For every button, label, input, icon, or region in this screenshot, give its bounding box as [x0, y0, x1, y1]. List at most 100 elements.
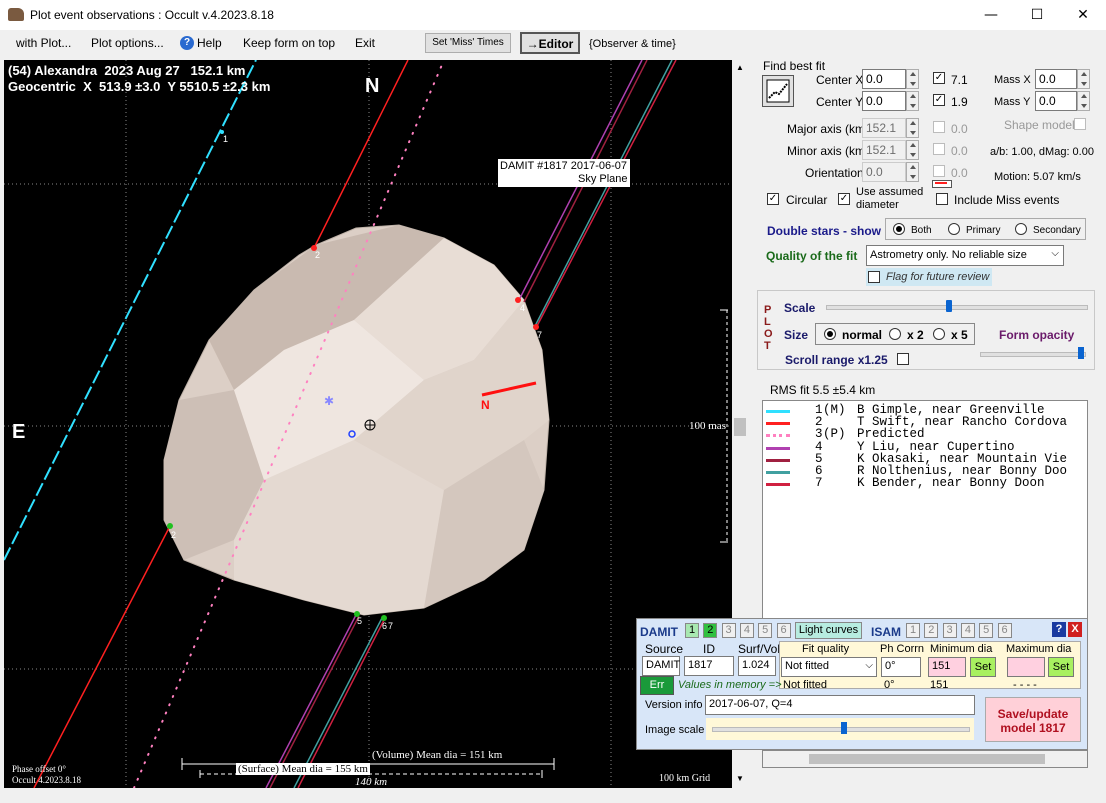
plot-header-geocentric: Geocentric X 513.9 ±3.0 Y 5510.5 ±2.3 km — [8, 79, 271, 94]
menu-plot-options[interactable]: Plot options... — [91, 36, 164, 50]
legend-row[interactable]: 2T Swift, near Rancho Cordova — [763, 415, 1087, 429]
both-radio[interactable] — [893, 223, 905, 235]
damit-tab-1[interactable]: 1 — [685, 623, 699, 638]
editor-button[interactable]: →Editor — [520, 32, 580, 54]
size-x5-radio[interactable] — [933, 328, 945, 340]
flag-review-checkbox[interactable] — [868, 271, 880, 283]
best-fit-button[interactable] — [762, 75, 794, 107]
orientation-checkbox[interactable] — [933, 165, 945, 177]
maximize-button[interactable]: ☐ — [1014, 0, 1060, 30]
size-normal-radio[interactable] — [824, 328, 836, 340]
orientation-input[interactable]: 0.0 — [862, 162, 906, 182]
pole-label: N — [481, 398, 490, 412]
damit-tab-5[interactable]: 5 — [758, 623, 773, 638]
ellipse-color-swatch[interactable] — [932, 180, 952, 188]
damit-tab-4[interactable]: 4 — [739, 623, 754, 638]
size-x2-radio[interactable] — [889, 328, 901, 340]
center-y-checkbox[interactable]: ✓ — [933, 94, 945, 106]
legend-row[interactable]: 7 K Bender, near Bonny Doon — [763, 476, 1087, 490]
surfvol-field[interactable]: 1.024 — [738, 656, 776, 676]
version-label: Occult 4.2023.8.18 — [12, 775, 81, 785]
isam-tab-5[interactable]: 5 — [979, 623, 994, 638]
save-update-line1: Save/update — [997, 707, 1069, 721]
minor-axis-spinner[interactable] — [906, 140, 919, 160]
legend-swatch — [766, 422, 790, 426]
major-axis-input[interactable]: 152.1 — [862, 118, 906, 138]
opacity-slider-thumb[interactable] — [1078, 347, 1084, 359]
save-update-button[interactable]: Save/update model 1817 — [985, 697, 1081, 742]
fit-quality-select[interactable]: Not fitted ⌵ — [781, 657, 877, 677]
scale-slider-thumb[interactable] — [946, 300, 952, 312]
primary-radio[interactable] — [948, 223, 960, 235]
center-x-checkbox[interactable]: ✓ — [933, 72, 945, 84]
observer-time-label[interactable]: {Observer & time} — [589, 38, 676, 50]
minor-axis-label: Minor axis (km) — [787, 144, 870, 158]
scroll-thumb[interactable] — [734, 418, 746, 436]
center-y-input[interactable]: 0.0 — [862, 91, 906, 111]
help-button[interactable]: ? — [1052, 622, 1066, 637]
damit-tab-6[interactable]: 6 — [776, 623, 791, 638]
use-assumed-checkbox[interactable]: ✓ — [838, 193, 850, 205]
menu-help[interactable]: Help — [197, 36, 222, 50]
north-label: N — [365, 75, 380, 97]
set-max-button[interactable]: Set — [1048, 657, 1074, 677]
err-button[interactable]: Err — [640, 676, 674, 695]
major-axis-spinner[interactable] — [906, 118, 919, 138]
include-miss-checkbox[interactable] — [936, 193, 948, 205]
damit-tab-3[interactable]: 3 — [721, 623, 736, 638]
close-panel-button[interactable]: X — [1068, 622, 1082, 637]
volume-dia-label: (Volume) Mean dia = 151 km — [372, 749, 503, 761]
isam-tab-6[interactable]: 6 — [997, 623, 1012, 638]
plot-canvas[interactable]: ✱ (54) Alexandra 2023 Aug 27 152.1 km Ge… — [4, 60, 732, 788]
menu-exit[interactable]: Exit — [355, 36, 375, 50]
id-field[interactable]: 1817 — [684, 656, 734, 676]
ph-corr-field[interactable]: 0° — [881, 657, 921, 677]
version-info-field[interactable]: 2017-06-07, Q=4 — [705, 695, 975, 715]
secondary-radio[interactable] — [1015, 223, 1027, 235]
mass-y-spinner[interactable] — [1077, 91, 1090, 111]
image-scale-slider[interactable] — [706, 718, 974, 740]
minimize-button[interactable]: — — [968, 0, 1014, 30]
major-axis-checkbox[interactable] — [933, 121, 945, 133]
center-x-input[interactable]: 0.0 — [862, 69, 906, 89]
orientation-spinner[interactable] — [906, 162, 919, 182]
isam-tab-3[interactable]: 3 — [942, 623, 957, 638]
quality-select[interactable]: Astrometry only. No reliable size ⌵ — [866, 245, 1064, 266]
center-y-spinner[interactable] — [906, 91, 919, 111]
motion-label: Motion: 5.07 km/s — [994, 171, 1081, 183]
scroll-range-checkbox[interactable] — [897, 353, 909, 365]
shape-model-checkbox[interactable] — [1074, 118, 1086, 130]
save-update-line2: model 1817 — [1000, 721, 1066, 735]
scroll-up-arrow[interactable]: ▲ — [736, 63, 744, 72]
chord-2b-line — [33, 525, 171, 788]
image-scale-thumb[interactable] — [841, 722, 847, 734]
legend-scroll-thumb[interactable] — [809, 754, 1045, 764]
mass-x-spinner[interactable] — [1077, 69, 1090, 89]
set-miss-times-button[interactable]: Set 'Miss' Times — [425, 33, 511, 53]
set-min-button[interactable]: Set — [970, 657, 996, 677]
circular-checkbox[interactable]: ✓ — [767, 193, 779, 205]
damit-tab-2[interactable]: 2 — [703, 623, 718, 638]
scale-slider[interactable] — [826, 298, 1090, 316]
scroll-down-arrow[interactable]: ▼ — [736, 774, 744, 783]
light-curves-button[interactable]: Light curves — [795, 622, 862, 639]
menu-keep-form[interactable]: Keep form on top — [243, 36, 335, 50]
panel-vertical-scrollbar[interactable] — [1095, 60, 1106, 788]
major-axis-label: Major axis (km) — [787, 122, 870, 136]
isam-tab-4[interactable]: 4 — [960, 623, 975, 638]
close-button[interactable]: ✕ — [1060, 0, 1106, 30]
opacity-slider[interactable] — [980, 346, 1088, 362]
max-dia-field[interactable] — [1007, 657, 1045, 677]
help-icon[interactable]: ? — [180, 36, 194, 50]
center-x-spinner[interactable] — [906, 69, 919, 89]
minor-axis-input[interactable]: 152.1 — [862, 140, 906, 160]
minor-axis-checkbox[interactable] — [933, 143, 945, 155]
mass-x-input[interactable]: 0.0 — [1035, 69, 1077, 89]
isam-tab-2[interactable]: 2 — [924, 623, 939, 638]
menu-with-plot[interactable]: with Plot... — [16, 36, 71, 50]
source-field[interactable]: DAMIT — [642, 656, 680, 676]
min-dia-field[interactable]: 151 — [928, 657, 966, 677]
mass-y-input[interactable]: 0.0 — [1035, 91, 1077, 111]
legend-horizontal-scrollbar[interactable] — [762, 750, 1088, 768]
isam-tab-1[interactable]: 1 — [906, 623, 920, 638]
